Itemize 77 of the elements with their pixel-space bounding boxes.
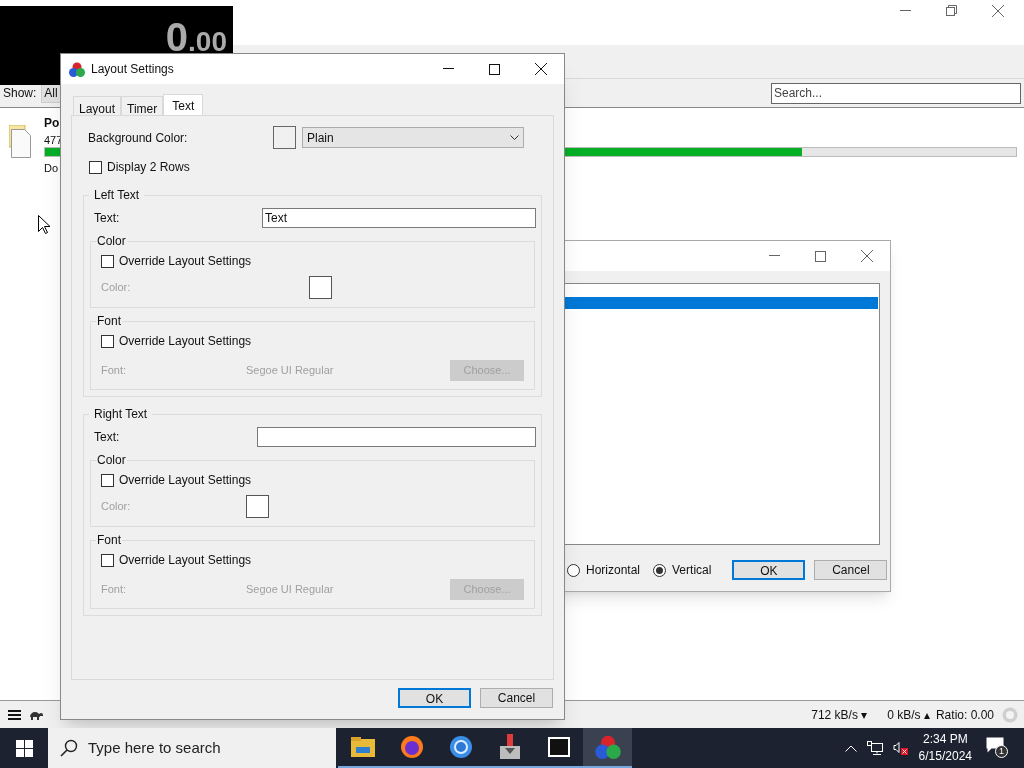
- app-logo-icon: [69, 61, 85, 77]
- windows-icon: [15, 739, 33, 757]
- cancel-button[interactable]: Cancel: [814, 560, 888, 580]
- font-name: Segoe UI Regular: [246, 363, 335, 379]
- group-title: Right Text: [93, 406, 149, 423]
- clock-date[interactable]: 6/15/2024: [918, 748, 972, 765]
- network-icon[interactable]: [866, 741, 883, 755]
- archive-icon: [547, 737, 570, 757]
- checkbox[interactable]: [89, 160, 102, 174]
- font-label: Font:: [101, 582, 128, 598]
- text-label: Text:: [94, 429, 121, 446]
- window-title: Layout Settings: [91, 61, 174, 78]
- timer-value: 0.00: [165, 17, 227, 57]
- menu-icon[interactable]: [8, 709, 21, 720]
- upload-speed[interactable]: 0 kB/s ▴: [887, 705, 930, 724]
- muted-speaker-icon[interactable]: [892, 741, 909, 755]
- tab[interactable]: Timer: [121, 96, 164, 115]
- text-label: Text:: [94, 210, 121, 227]
- maximize-icon[interactable]: [489, 63, 500, 75]
- radio-button[interactable]: [567, 563, 580, 577]
- close-icon[interactable]: [535, 63, 547, 75]
- checkbox-label[interactable]: Override Layout Settings: [119, 471, 252, 489]
- browser-icon: [399, 735, 424, 759]
- checkbox[interactable]: [101, 334, 114, 348]
- text-field[interactable]: [257, 427, 536, 447]
- taskbar-search-field[interactable]: Type here to search: [48, 728, 336, 768]
- font-name: Segoe UI Regular: [246, 582, 335, 598]
- ok-button[interactable]: OK: [398, 688, 471, 708]
- search-icon: [60, 739, 78, 757]
- checkbox[interactable]: [101, 553, 114, 567]
- background-color-label: Background Color:: [88, 129, 189, 147]
- file-icon: [9, 125, 33, 158]
- color-swatch: [309, 276, 332, 299]
- cancel-button[interactable]: Cancel: [480, 688, 553, 708]
- font-label: Font:: [101, 363, 128, 379]
- color-label: Color:: [101, 499, 132, 515]
- group-title: Color: [96, 452, 127, 469]
- torrent-name: Po: [44, 115, 60, 132]
- checkbox-label[interactable]: Override Layout Settings: [119, 252, 252, 270]
- color-label: Color:: [101, 280, 132, 296]
- ok-button[interactable]: OK: [732, 560, 806, 580]
- color-swatch[interactable]: [273, 126, 296, 149]
- search-field[interactable]: Search...: [771, 82, 1021, 104]
- folder-icon: [350, 737, 375, 757]
- background-dropdown[interactable]: Plain: [302, 127, 524, 148]
- group-title: Left Text: [93, 187, 141, 204]
- color-swatch: [246, 495, 269, 518]
- checkbox-label[interactable]: Override Layout Settings: [119, 551, 252, 569]
- ratio-text: Ratio: 0.00: [935, 706, 994, 724]
- browser-icon: [448, 735, 473, 759]
- installer-icon: [498, 734, 521, 760]
- app-logo-icon: [594, 735, 621, 759]
- chevron-up-icon[interactable]: [844, 744, 857, 752]
- torrent-status: Do: [44, 161, 59, 176]
- text-field[interactable]: Text: [262, 208, 536, 228]
- minimize-icon[interactable]: [443, 68, 454, 70]
- clock-time[interactable]: 2:34 PM: [922, 731, 968, 748]
- group-title: Font: [96, 532, 122, 549]
- show-label: Show:: [3, 85, 37, 102]
- tab[interactable]: Layout: [73, 96, 122, 115]
- radio-label[interactable]: Vertical: [672, 561, 712, 579]
- group-title: Color: [96, 233, 127, 250]
- radio-button[interactable]: [653, 563, 667, 577]
- mouse-pointer-icon: [38, 215, 50, 234]
- group-title: Font: [96, 313, 122, 330]
- notification-count: 1: [995, 745, 1008, 758]
- checkbox-label[interactable]: Override Layout Settings: [119, 332, 252, 350]
- radio-label[interactable]: Horizontal: [586, 561, 641, 579]
- checkbox[interactable]: [101, 473, 114, 487]
- restore-icon[interactable]: [946, 5, 957, 16]
- download-speed[interactable]: 712 kB/s ▾: [811, 705, 868, 724]
- chevron-down-icon: [510, 134, 519, 141]
- filter-tab[interactable]: All: [41, 83, 61, 103]
- turtle-icon[interactable]: [28, 709, 43, 720]
- checkbox[interactable]: [101, 254, 114, 268]
- tab[interactable]: Text: [163, 94, 204, 115]
- checkbox-label[interactable]: Display 2 Rows: [107, 158, 190, 176]
